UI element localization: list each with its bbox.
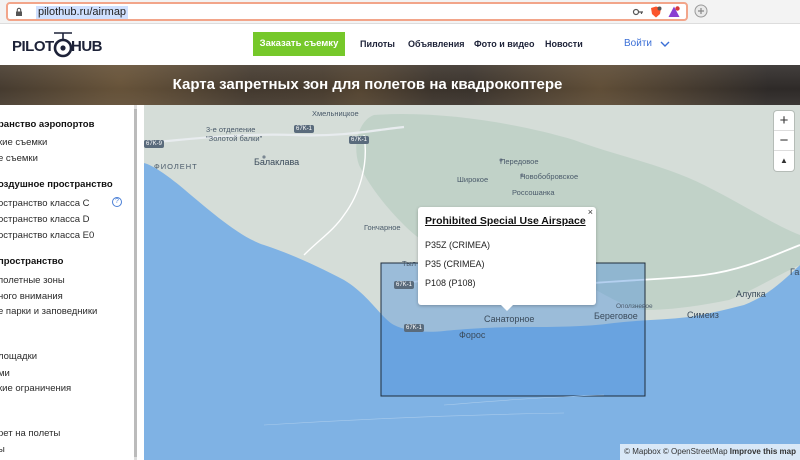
brave-rewards-icon[interactable] <box>668 6 680 18</box>
nav-ads[interactable]: Объявления <box>408 39 465 49</box>
popup-item-p35z: P35Z (CRIMEA) <box>425 240 491 250</box>
road-badge-1: 67K-1 <box>294 125 315 133</box>
airspace-popup: × Prohibited Special Use Airspace P35Z (… <box>418 207 596 311</box>
zoom-out-button[interactable]: − <box>774 131 794 151</box>
popup-item-p35: P35 (CRIMEA) <box>425 259 485 269</box>
nav-pilots[interactable]: Пилоты <box>360 39 395 49</box>
popup-close-button[interactable]: × <box>588 207 593 217</box>
sidebar-heading-space: пространство <box>0 256 64 267</box>
road-badge-2: 67K-1 <box>349 136 370 144</box>
popup-tip <box>500 304 514 311</box>
map-label-sanatornoe: Санаторное <box>484 314 535 324</box>
map-zoom-controls: + − ▲ <box>774 111 794 171</box>
logo-text-pilot: PILOT <box>12 38 54 55</box>
lock-icon <box>16 7 22 16</box>
page-title: Карта запретных зон для полетов на квадр… <box>172 76 563 93</box>
map-label-rossoshanka: Россошанка <box>512 188 555 197</box>
sidebar-item-parks[interactable]: е парки и заповедники <box>0 306 97 317</box>
brave-shield-icon[interactable] <box>650 6 662 18</box>
map-label-balaklava: Балаклава <box>254 157 300 167</box>
nav-news[interactable]: Новости <box>545 39 583 49</box>
attrib-osm[interactable]: © OpenStreetMap <box>663 447 728 456</box>
map-label-shirokoe: Широкое <box>457 175 489 184</box>
nav-photo-video[interactable]: Фото и видео <box>474 39 535 49</box>
road-badge-5: 67K-9 <box>144 140 165 148</box>
hero-banner: Карта запретных зон для полетов на квадр… <box>0 65 800 105</box>
extension-icon[interactable] <box>694 4 708 18</box>
sidebar-item-mi[interactable]: ми <box>0 368 10 379</box>
url-field[interactable]: pilothub.ru/airmap <box>6 2 688 21</box>
map-label-fiolent: ФИОЛЕНТ <box>154 162 198 171</box>
map-label-beregovoe: Береговое <box>594 311 638 321</box>
help-icon[interactable]: ? <box>112 197 122 207</box>
map-label-khmelnitskoe: Хмельницкое <box>312 109 359 118</box>
map-label-tyl: Тыл <box>402 259 417 268</box>
key-icon[interactable] <box>632 6 644 18</box>
sidebar-heading-airports: ранство аэропортов <box>0 119 95 130</box>
map-attribution: © Mapbox © OpenStreetMap Improve this ma… <box>620 444 800 460</box>
map-label-peredovoe: Передовое <box>500 157 539 166</box>
airspace-map[interactable]: Хмельницкое 3-е отделение "Золотой балки… <box>144 105 800 460</box>
site-navbar: PILOT HUB Заказать съемку Пилоты Объявле… <box>0 24 800 65</box>
login-link[interactable]: Войти <box>624 38 652 49</box>
map-label-novobobrovskoe: Новобобровское <box>520 172 579 181</box>
sidebar-item-class-c[interactable]: остранство класса C <box>0 198 90 209</box>
map-label-ga: Га <box>790 267 800 277</box>
sidebar-heading-airspace: оздушное пространство <box>0 179 113 190</box>
popup-item-p108: P108 (P108) <box>425 278 476 288</box>
sidebar-item-2[interactable]: е съемки <box>0 153 38 164</box>
attrib-improve[interactable]: Improve this map <box>730 447 796 456</box>
sidebar-item-restrictions[interactable]: кие ограничения <box>0 383 71 394</box>
sidebar-scrollbar-thumb[interactable] <box>134 109 137 457</box>
sidebar-item-class-d[interactable]: остранство класса D <box>0 214 90 225</box>
sidebar-item-attention[interactable]: ного внимания <box>0 291 63 302</box>
sidebar-item-y[interactable]: ы <box>0 444 5 455</box>
road-badge-4: 67K-1 <box>404 324 425 332</box>
map-label-zolotoy: "Золотой балки" <box>206 134 263 143</box>
map-label-foros: Форос <box>459 330 486 340</box>
map-label-simeiz: Симеиз <box>687 310 719 320</box>
url-text: pilothub.ru/airmap <box>36 6 129 19</box>
sidebar-item-1[interactable]: кие съемки <box>0 137 47 148</box>
sidebar-item-class-e0[interactable]: остранство класса E0 <box>0 230 94 241</box>
pilothub-logo[interactable]: PILOT HUB <box>12 30 107 60</box>
sea-contour-2 <box>263 412 565 426</box>
order-shoot-button[interactable]: Заказать съемку <box>253 32 345 56</box>
browser-address-bar: pilothub.ru/airmap <box>0 0 800 24</box>
sidebar-item-no-fly[interactable]: полетные зоны <box>0 275 65 286</box>
logo-text-hub: HUB <box>71 38 103 55</box>
address-bar-icons <box>632 6 680 18</box>
popup-title: Prohibited Special Use Airspace <box>425 215 586 227</box>
map-label-goncharnoe: Гончарное <box>364 223 401 232</box>
compass-button[interactable]: ▲ <box>774 151 794 171</box>
map-label-alupka: Алупка <box>736 289 766 299</box>
attrib-mapbox[interactable]: © Mapbox <box>624 447 661 456</box>
map-label-opolznevoe: Оползневое <box>616 303 653 310</box>
map-label-otdelenie: 3-е отделение <box>206 125 256 134</box>
zoom-in-button[interactable]: + <box>774 111 794 131</box>
chevron-down-icon[interactable] <box>660 40 670 48</box>
road-badge-3: 67K-1 <box>394 281 415 289</box>
sidebar-item-ban[interactable]: рет на полеты <box>0 428 60 439</box>
sidebar-item-pads[interactable]: лощадки <box>0 351 37 362</box>
layer-sidebar: ранство аэропортов кие съемки е съемки о… <box>0 105 144 460</box>
